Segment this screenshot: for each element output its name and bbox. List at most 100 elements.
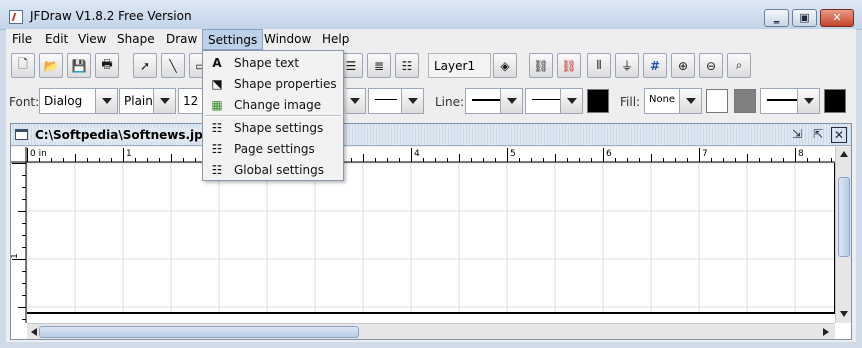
distribute-horizontal-icon[interactable]: ⫴ bbox=[587, 53, 611, 78]
line-tool-icon[interactable]: ╲ bbox=[161, 53, 185, 78]
layer-icon[interactable]: ◈ bbox=[493, 53, 517, 78]
fill-gray-swatch[interactable] bbox=[734, 89, 756, 113]
fill-black-swatch[interactable] bbox=[824, 89, 846, 113]
menu-file[interactable]: File bbox=[12, 32, 32, 46]
menu-draw[interactable]: Draw bbox=[166, 32, 197, 46]
app-logo-icon bbox=[9, 10, 23, 24]
zoom-out-icon[interactable]: ⊖ bbox=[699, 53, 723, 78]
distribute-vertical-icon[interactable]: ⏚ bbox=[615, 53, 639, 78]
menu-item-change-image[interactable]: ▦ Change image bbox=[203, 95, 343, 115]
font-family-combo[interactable]: Dialog bbox=[39, 88, 118, 114]
new-file-icon[interactable]: 🗋 bbox=[11, 53, 35, 78]
fill-combo[interactable]: None bbox=[644, 88, 702, 114]
scroll-right-icon[interactable] bbox=[823, 328, 829, 336]
menu-separator bbox=[205, 115, 341, 117]
rulers-and-grid[interactable]: 0 in1234567812 bbox=[11, 147, 835, 323]
scroll-up-icon[interactable] bbox=[840, 151, 848, 157]
drawing-canvas-area[interactable]: 0 in1234567812 bbox=[11, 147, 851, 339]
font-family-value: Dialog bbox=[44, 94, 83, 108]
menu-item-shape-properties[interactable]: ⬔ Shape properties bbox=[203, 74, 343, 94]
ruler-label: 1 bbox=[11, 253, 20, 259]
group-icon[interactable]: ⛓ bbox=[529, 53, 553, 78]
menu-shape[interactable]: Shape bbox=[117, 32, 155, 46]
open-file-icon[interactable]: 📂 bbox=[39, 53, 63, 78]
chevron-down-icon[interactable] bbox=[500, 89, 522, 113]
fill-white-swatch[interactable] bbox=[706, 89, 728, 113]
window-title: JFDraw V1.8.2 Free Version bbox=[30, 9, 192, 23]
settings-dropdown-menu: A Shape text ⬔ Shape properties ▦ Change… bbox=[202, 50, 344, 181]
menu-item-label: Change image bbox=[234, 98, 322, 112]
chevron-down-icon[interactable] bbox=[560, 89, 582, 113]
menu-item-label: Global settings bbox=[234, 163, 324, 177]
menu-settings[interactable]: Settings bbox=[202, 29, 264, 50]
menu-help[interactable]: Help bbox=[322, 32, 349, 46]
line-arrow-style-combo[interactable] bbox=[343, 88, 366, 114]
menu-item-label: Page settings bbox=[234, 142, 315, 156]
chevron-down-icon[interactable] bbox=[679, 89, 701, 113]
line-style-combo[interactable] bbox=[525, 88, 583, 114]
menu-item-label: Shape properties bbox=[234, 77, 337, 91]
line-label: Line: bbox=[435, 95, 465, 109]
vertical-scrollbar[interactable] bbox=[835, 147, 851, 323]
chevron-down-icon[interactable] bbox=[401, 89, 423, 113]
ruler-label: 5 bbox=[510, 149, 516, 159]
grid-icon[interactable]: # bbox=[643, 53, 667, 78]
ungroup-icon[interactable]: ⛓ bbox=[557, 53, 581, 78]
line-width-combo[interactable] bbox=[465, 88, 523, 114]
font-style-value: Plain bbox=[124, 94, 153, 108]
document-window: C:\Softpedia\Softnews.jpg ⇲ ⇱ ✕ 0 in1234… bbox=[10, 123, 852, 340]
menu-view[interactable]: View bbox=[78, 32, 106, 46]
maximize-button[interactable]: ▣ bbox=[792, 9, 817, 27]
menu-item-label: Shape text bbox=[234, 56, 300, 70]
zoom-in-icon[interactable]: ⊕ bbox=[671, 53, 695, 78]
line-sample bbox=[472, 99, 502, 101]
save-icon[interactable]: 💾 bbox=[67, 53, 91, 78]
menu-edit[interactable]: Edit bbox=[45, 32, 68, 46]
close-button[interactable]: ✕ bbox=[820, 9, 854, 27]
menu-bar: File Edit View Shape Draw Settings Windo… bbox=[6, 29, 856, 50]
menu-window[interactable]: Window bbox=[264, 32, 311, 46]
scroll-down-icon[interactable] bbox=[840, 311, 848, 317]
line-end-combo[interactable] bbox=[368, 88, 424, 114]
client-area: 🗋 📂 💾 🖶 ➚ ╲ ▭ ☰ ≣ ☷ Layer1 ◈ ⛓ ⛓ ⫴ ⏚ # ⊕… bbox=[6, 50, 856, 342]
chevron-down-icon[interactable] bbox=[95, 89, 117, 113]
fill-value: None bbox=[649, 94, 676, 105]
horizontal-scrollbar[interactable] bbox=[27, 323, 835, 339]
close-frame-icon[interactable]: ✕ bbox=[831, 127, 847, 143]
shape-properties-icon: ⬔ bbox=[211, 77, 223, 91]
font-label: Font: bbox=[9, 95, 40, 109]
scroll-left-icon[interactable] bbox=[31, 328, 37, 336]
ruler-label: 8 bbox=[798, 149, 804, 159]
line-sample bbox=[767, 99, 797, 101]
ruler-label: 1 bbox=[126, 149, 132, 159]
settings-list-icon: ☷ bbox=[211, 142, 223, 156]
align-justify-icon[interactable]: ≣ bbox=[367, 53, 391, 78]
image-icon: ▦ bbox=[211, 98, 223, 112]
align-bottom-icon[interactable]: ☷ bbox=[395, 53, 419, 78]
ruler-label: 7 bbox=[702, 149, 708, 159]
chevron-down-icon[interactable] bbox=[153, 89, 175, 113]
chevron-down-icon[interactable] bbox=[343, 89, 365, 113]
menu-item-global-settings[interactable]: ☷ Global settings bbox=[203, 160, 343, 180]
ruler-label: 6 bbox=[606, 149, 612, 159]
vertical-scroll-thumb[interactable] bbox=[838, 177, 850, 257]
minimize-button[interactable]: ‗ bbox=[764, 9, 789, 27]
font-size-value: 12 bbox=[183, 94, 199, 108]
menu-item-shape-settings[interactable]: ☷ Shape settings bbox=[203, 118, 343, 138]
zoom-icon[interactable]: ⌕ bbox=[727, 53, 751, 78]
chevron-down-icon[interactable] bbox=[797, 89, 819, 113]
select-arrow-icon[interactable]: ➚ bbox=[133, 53, 157, 78]
ruler-label: 4 bbox=[414, 149, 420, 159]
iconify-icon[interactable]: ⇲ bbox=[789, 127, 805, 143]
menu-item-shape-text[interactable]: A Shape text bbox=[203, 53, 343, 73]
menu-item-page-settings[interactable]: ☷ Page settings bbox=[203, 139, 343, 159]
font-style-combo[interactable]: Plain bbox=[119, 88, 176, 114]
layer-selector[interactable]: Layer1 bbox=[428, 53, 491, 78]
horizontal-scroll-thumb[interactable] bbox=[39, 326, 359, 338]
fill-pattern-combo[interactable] bbox=[760, 88, 820, 114]
print-icon[interactable]: 🖶 bbox=[95, 53, 119, 78]
document-title-bar[interactable]: C:\Softpedia\Softnews.jpg ⇲ ⇱ ✕ bbox=[11, 124, 851, 146]
line-color-swatch[interactable] bbox=[587, 89, 609, 113]
maximize-frame-icon[interactable]: ⇱ bbox=[810, 127, 826, 143]
menu-item-label: Shape settings bbox=[234, 121, 324, 135]
